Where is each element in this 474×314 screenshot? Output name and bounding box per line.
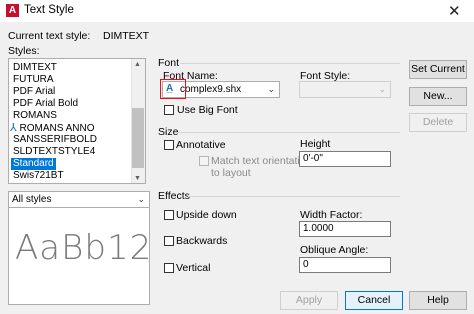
- styles-filter-select[interactable]: All styles ⌄: [8, 191, 150, 208]
- font-name-value: complex9.shx: [180, 84, 242, 95]
- list-item[interactable]: PDF Arial: [13, 86, 55, 98]
- list-item[interactable]: PDF Arial Bold: [13, 98, 78, 110]
- font-group-label: Font: [158, 57, 180, 69]
- chevron-down-icon: ⌄: [267, 84, 275, 94]
- vertical-label: Vertical: [176, 262, 211, 274]
- scrollbar-thumb[interactable]: [132, 108, 144, 168]
- delete-button[interactable]: Delete: [409, 113, 467, 132]
- list-item[interactable]: FUTURA: [13, 74, 54, 86]
- list-item[interactable]: Swis721BT: [13, 170, 64, 182]
- upside-down-checkbox[interactable]: [164, 210, 174, 220]
- app-logo-icon: A: [6, 4, 19, 17]
- scroll-up-icon[interactable]: ▲: [134, 61, 141, 68]
- highlight-box: [160, 79, 186, 99]
- cancel-button[interactable]: Cancel: [345, 291, 403, 310]
- width-factor-label: Width Factor:: [300, 209, 363, 221]
- list-item[interactable]: SLDTEXTSTYLE4: [13, 146, 95, 158]
- list-item-selected[interactable]: Standard: [11, 158, 56, 170]
- vertical-checkbox[interactable]: [164, 263, 174, 273]
- height-input[interactable]: 0'-0": [299, 151, 391, 167]
- oblique-angle-label: Oblique Angle:: [300, 244, 369, 256]
- effects-group-label: Effects: [158, 190, 190, 202]
- upside-down-label: Upside down: [176, 209, 237, 221]
- annotative-icon: ⅄: [10, 122, 17, 134]
- new-button[interactable]: New...: [409, 87, 467, 106]
- use-big-font-label: Use Big Font: [177, 104, 238, 116]
- help-button[interactable]: Help: [409, 291, 467, 310]
- use-big-font-checkbox[interactable]: [164, 105, 174, 115]
- styles-label: Styles:: [8, 45, 40, 57]
- list-item-label: ROMANS ANNO: [19, 123, 95, 134]
- list-item[interactable]: SANSSERIFBOLD: [13, 134, 97, 146]
- list-item[interactable]: ROMANS: [13, 110, 57, 122]
- annotative-checkbox[interactable]: [164, 140, 174, 150]
- preview-text: AaBb12: [15, 228, 150, 268]
- width-factor-input[interactable]: 1.0000: [299, 221, 391, 237]
- list-item[interactable]: DIMTEXT: [13, 62, 57, 74]
- scroll-down-icon[interactable]: ▼: [134, 175, 141, 182]
- match-orientation-label-line2: to layout: [211, 167, 251, 179]
- styles-list[interactable]: DIMTEXT FUTURA PDF Arial PDF Arial Bold …: [8, 58, 146, 184]
- styles-filter-value: All styles: [12, 194, 52, 205]
- height-label: Height: [300, 138, 331, 150]
- match-orientation-label: Match text orientation: [211, 155, 312, 167]
- apply-button[interactable]: Apply: [280, 291, 338, 310]
- current-style-label: Current text style:: [8, 30, 91, 42]
- oblique-angle-input[interactable]: 0: [299, 257, 391, 273]
- chevron-down-icon: ⌄: [378, 84, 386, 94]
- match-orientation-checkbox[interactable]: [199, 156, 209, 166]
- list-item[interactable]: ⅄ ROMANS ANNO: [10, 122, 95, 134]
- font-style-select[interactable]: ⌄: [299, 81, 391, 98]
- chevron-down-icon: ⌄: [137, 194, 145, 204]
- set-current-button[interactable]: Set Current: [409, 60, 467, 79]
- text-preview: AaBb12: [8, 207, 150, 305]
- annotative-label: Annotative: [176, 139, 226, 151]
- size-group-label: Size: [158, 126, 179, 138]
- backwards-checkbox[interactable]: [164, 236, 174, 246]
- window-title: Text Style: [24, 4, 74, 16]
- backwards-label: Backwards: [176, 235, 228, 247]
- close-icon[interactable]: ✕: [448, 2, 461, 20]
- current-style-value: DIMTEXT: [103, 30, 150, 42]
